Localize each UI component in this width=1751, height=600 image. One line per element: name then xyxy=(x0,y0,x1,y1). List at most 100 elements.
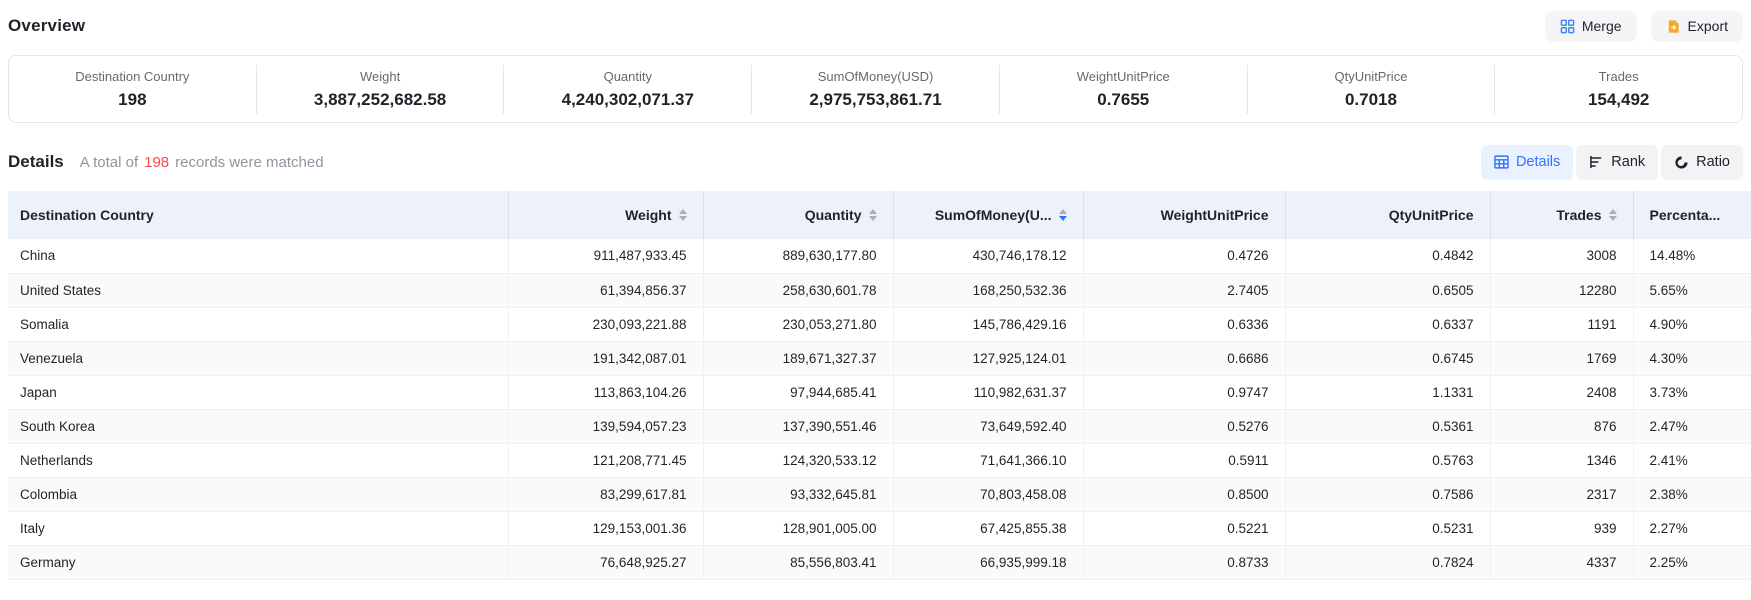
table-cell: 230,093,221.88 xyxy=(508,307,703,341)
table-cell: 4.30% xyxy=(1633,341,1751,375)
summary-suffix: records were matched xyxy=(175,154,323,171)
row-country-cell: Venezuela xyxy=(8,341,508,375)
table-cell: 97,944,685.41 xyxy=(703,375,893,409)
details-table-wrap: Destination Country Weight Quantity xyxy=(8,191,1751,580)
overview-stat: Quantity 4,240,302,071.37 xyxy=(504,65,752,114)
merge-button[interactable]: Merge xyxy=(1545,11,1637,42)
table-cell: 110,982,631.37 xyxy=(893,375,1083,409)
table-cell: 66,935,999.18 xyxy=(893,545,1083,579)
row-country-cell: United States xyxy=(8,273,508,307)
view-button-label: Ratio xyxy=(1696,154,1730,170)
sort-desc-icon xyxy=(869,216,877,221)
table-row[interactable]: Colombia83,299,617.8193,332,645.8170,803… xyxy=(8,477,1751,511)
details-bar: Details A total of198records were matche… xyxy=(8,144,1743,180)
stat-label: Trades xyxy=(1495,69,1742,84)
table-cell: 889,630,177.80 xyxy=(703,239,893,273)
table-row[interactable]: Italy129,153,001.36128,901,005.0067,425,… xyxy=(8,511,1751,545)
sort-carets-icon[interactable] xyxy=(1609,209,1617,221)
details-table: Destination Country Weight Quantity xyxy=(8,191,1751,580)
sort-carets-icon[interactable] xyxy=(869,209,877,221)
table-cell: 230,053,271.80 xyxy=(703,307,893,341)
overview-stat: QtyUnitPrice 0.7018 xyxy=(1248,65,1496,114)
table-row[interactable]: Venezuela191,342,087.01189,671,327.37127… xyxy=(8,341,1751,375)
stat-value: 198 xyxy=(9,90,256,110)
column-header-6[interactable]: Trades xyxy=(1490,191,1633,239)
view-button-rank[interactable]: Rank xyxy=(1576,145,1658,180)
pie-chart-icon xyxy=(1674,155,1689,170)
overview-stat: SumOfMoney(USD) 2,975,753,861.71 xyxy=(752,65,1000,114)
column-header-4: WeightUnitPrice xyxy=(1083,191,1285,239)
row-country-cell: Netherlands xyxy=(8,443,508,477)
table-cell: 70,803,458.08 xyxy=(893,477,1083,511)
table-cell: 2317 xyxy=(1490,477,1633,511)
stat-label: Destination Country xyxy=(9,69,256,84)
table-row[interactable]: United States61,394,856.37258,630,601.78… xyxy=(8,273,1751,307)
view-button-details[interactable]: Details xyxy=(1481,145,1573,180)
stat-value: 154,492 xyxy=(1495,90,1742,110)
column-header-3[interactable]: SumOfMoney(U... xyxy=(893,191,1083,239)
row-country-cell: Colombia xyxy=(8,477,508,511)
sort-carets-icon[interactable] xyxy=(1059,209,1067,221)
row-country-cell: China xyxy=(8,239,508,273)
table-cell: 1.1331 xyxy=(1285,375,1490,409)
table-row[interactable]: China911,487,933.45889,630,177.80430,746… xyxy=(8,239,1751,273)
row-country-cell: South Korea xyxy=(8,409,508,443)
table-cell: 0.6686 xyxy=(1083,341,1285,375)
sort-desc-icon xyxy=(679,216,687,221)
topbar-actions: Merge Export xyxy=(1545,11,1743,42)
column-label: Destination Country xyxy=(20,207,154,223)
sort-desc-icon xyxy=(1609,216,1617,221)
table-cell: 1346 xyxy=(1490,443,1633,477)
details-title: Details xyxy=(8,152,64,172)
table-icon xyxy=(1494,155,1509,169)
column-label: Weight xyxy=(625,207,671,223)
table-row[interactable]: Somalia230,093,221.88230,053,271.80145,7… xyxy=(8,307,1751,341)
table-cell: 83,299,617.81 xyxy=(508,477,703,511)
table-cell: 191,342,087.01 xyxy=(508,341,703,375)
table-cell: 911,487,933.45 xyxy=(508,239,703,273)
table-row[interactable]: South Korea139,594,057.23137,390,551.467… xyxy=(8,409,1751,443)
table-cell: 127,925,124.01 xyxy=(893,341,1083,375)
table-cell: 3.73% xyxy=(1633,375,1751,409)
stat-label: Quantity xyxy=(504,69,751,84)
table-cell: 85,556,803.41 xyxy=(703,545,893,579)
row-country-cell: Somalia xyxy=(8,307,508,341)
column-header-2[interactable]: Quantity xyxy=(703,191,893,239)
column-header-7: Percenta... xyxy=(1633,191,1751,239)
stat-value: 0.7018 xyxy=(1248,90,1495,110)
table-cell: 2.27% xyxy=(1633,511,1751,545)
view-button-ratio[interactable]: Ratio xyxy=(1661,145,1743,180)
table-cell: 2.38% xyxy=(1633,477,1751,511)
table-cell: 0.5221 xyxy=(1083,511,1285,545)
stat-label: SumOfMoney(USD) xyxy=(752,69,999,84)
column-header-1[interactable]: Weight xyxy=(508,191,703,239)
overview-stat: Destination Country 198 xyxy=(9,65,257,114)
table-cell: 168,250,532.36 xyxy=(893,273,1083,307)
view-button-label: Details xyxy=(1516,154,1560,170)
table-cell: 12280 xyxy=(1490,273,1633,307)
table-cell: 139,594,057.23 xyxy=(508,409,703,443)
table-cell: 71,641,366.10 xyxy=(893,443,1083,477)
table-cell: 0.6505 xyxy=(1285,273,1490,307)
sort-desc-icon xyxy=(1059,216,1067,221)
export-button[interactable]: Export xyxy=(1651,11,1743,42)
table-cell: 0.5231 xyxy=(1285,511,1490,545)
table-cell: 121,208,771.45 xyxy=(508,443,703,477)
overview-stat: Trades 154,492 xyxy=(1495,65,1742,114)
table-cell: 2.7405 xyxy=(1083,273,1285,307)
table-row[interactable]: Netherlands121,208,771.45124,320,533.127… xyxy=(8,443,1751,477)
table-cell: 0.4726 xyxy=(1083,239,1285,273)
table-row[interactable]: Japan113,863,104.2697,944,685.41110,982,… xyxy=(8,375,1751,409)
sort-carets-icon[interactable] xyxy=(679,209,687,221)
row-country-cell: Italy xyxy=(8,511,508,545)
table-cell: 0.5361 xyxy=(1285,409,1490,443)
table-cell: 0.5276 xyxy=(1083,409,1285,443)
table-cell: 0.4842 xyxy=(1285,239,1490,273)
table-cell: 73,649,592.40 xyxy=(893,409,1083,443)
table-cell: 0.6336 xyxy=(1083,307,1285,341)
top-bar: Overview Merge xyxy=(0,0,1751,42)
overview-stat: Weight 3,887,252,682.58 xyxy=(257,65,505,114)
table-row[interactable]: Germany76,648,925.2785,556,803.4166,935,… xyxy=(8,545,1751,579)
table-cell: 5.65% xyxy=(1633,273,1751,307)
summary-prefix: A total of xyxy=(80,154,138,171)
